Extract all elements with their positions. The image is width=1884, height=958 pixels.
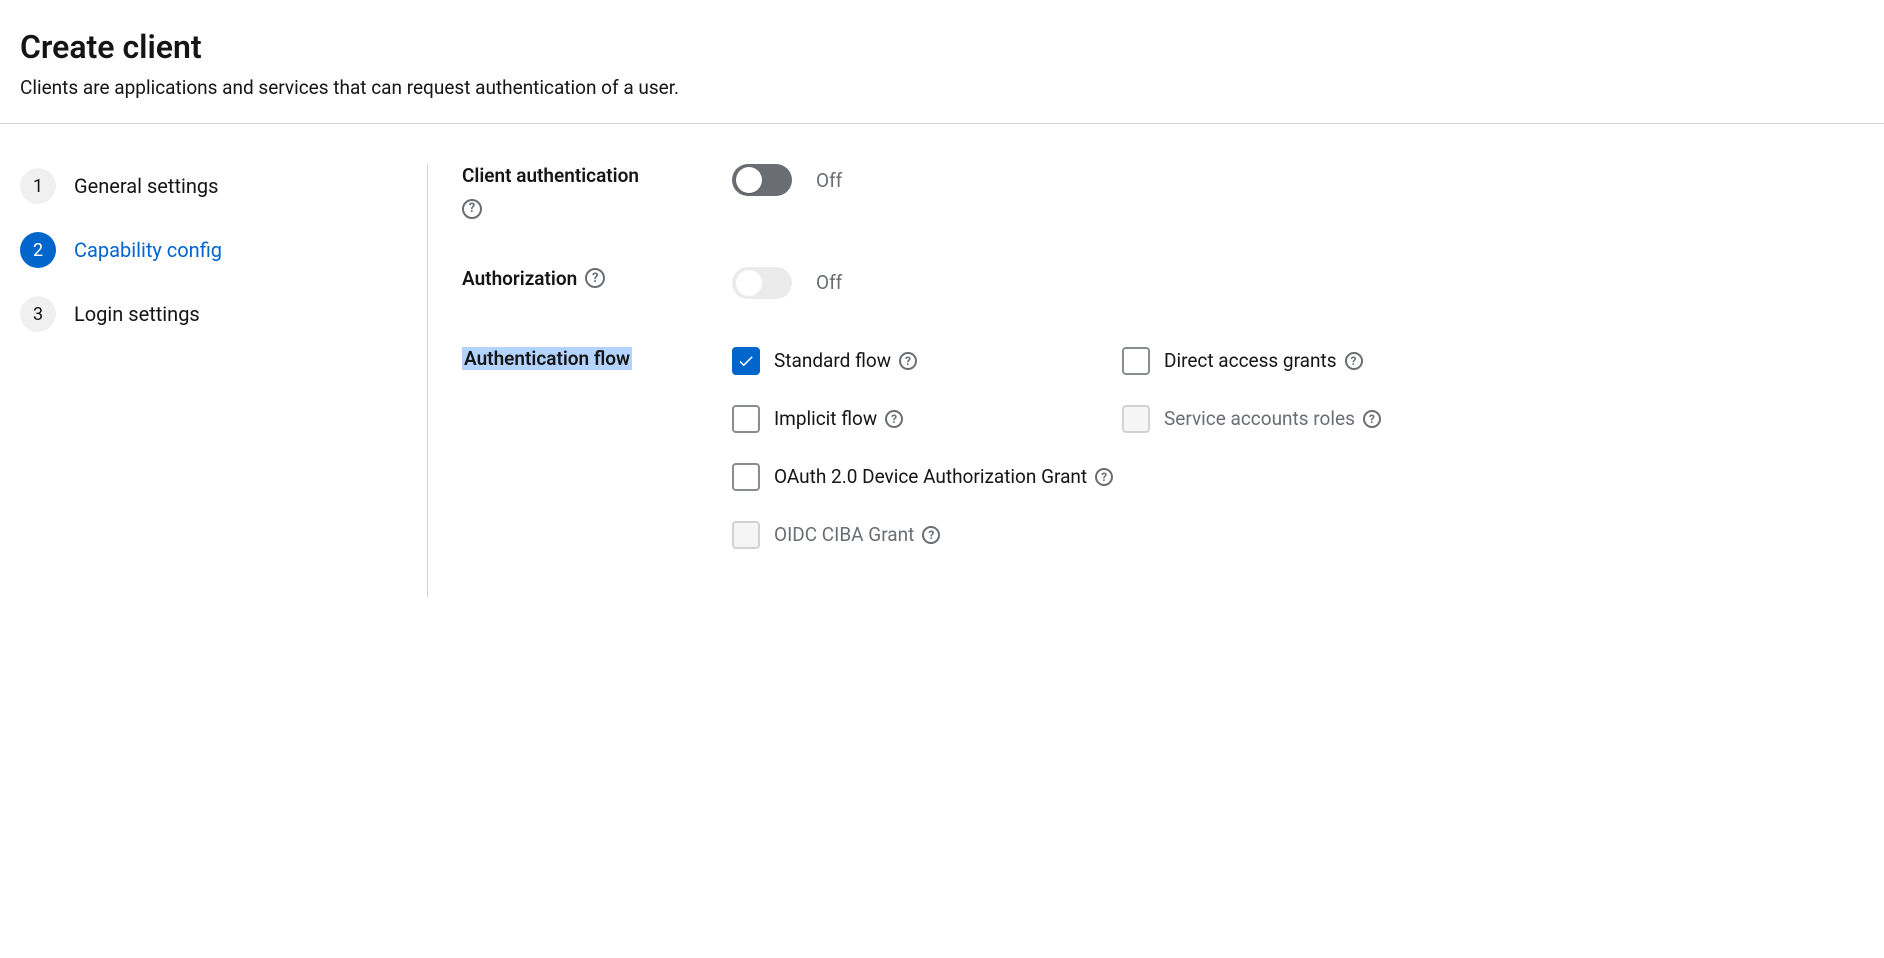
- help-icon[interactable]: ?: [885, 410, 903, 428]
- checkbox-label: Standard flow: [774, 349, 891, 372]
- authorization-label: Authorization ?: [462, 267, 605, 290]
- checkbox-input[interactable]: [732, 347, 760, 375]
- checkbox-service-accounts-roles: Service accounts roles ?: [1122, 405, 1864, 433]
- wizard-step-label: General settings: [74, 174, 218, 198]
- checkbox-input: [1122, 405, 1150, 433]
- authorization-switch: [732, 267, 792, 299]
- checkbox-label: OAuth 2.0 Device Authorization Grant: [774, 465, 1087, 488]
- page-title: Create client: [20, 28, 1864, 66]
- checkbox-label: Direct access grants: [1164, 349, 1337, 372]
- checkbox-input[interactable]: [732, 463, 760, 491]
- checkbox-input[interactable]: [732, 405, 760, 433]
- wizard-steps: 1 General settings 2 Capability config 3…: [20, 164, 428, 597]
- help-icon[interactable]: ?: [462, 199, 482, 219]
- wizard-step-number: 1: [20, 168, 56, 204]
- label-text: Client authentication: [462, 164, 639, 187]
- help-icon[interactable]: ?: [1345, 352, 1363, 370]
- wizard-step-label: Login settings: [74, 302, 200, 326]
- page-subtitle: Clients are applications and services th…: [20, 76, 1864, 99]
- client-authentication-label: Client authentication: [462, 164, 639, 187]
- checkbox-oauth-device-grant[interactable]: OAuth 2.0 Device Authorization Grant ?: [732, 463, 1864, 491]
- wizard-step-login-settings[interactable]: 3 Login settings: [20, 296, 407, 332]
- checkbox-implicit-flow[interactable]: Implicit flow ?: [732, 405, 1112, 433]
- checkbox-oidc-ciba-grant: OIDC CIBA Grant ?: [732, 521, 1864, 549]
- switch-state-label: Off: [816, 169, 842, 192]
- authentication-flow-label: Authentication flow: [462, 347, 632, 370]
- help-icon[interactable]: ?: [1095, 468, 1113, 486]
- checkbox-label: Service accounts roles: [1164, 407, 1355, 430]
- check-icon: [737, 352, 755, 370]
- wizard-step-label: Capability config: [74, 238, 222, 262]
- checkbox-direct-access-grants[interactable]: Direct access grants ?: [1122, 347, 1864, 375]
- switch-state-label: Off: [816, 271, 842, 294]
- help-icon[interactable]: ?: [899, 352, 917, 370]
- help-icon[interactable]: ?: [1363, 410, 1381, 428]
- help-icon[interactable]: ?: [922, 526, 940, 544]
- checkbox-input[interactable]: [1122, 347, 1150, 375]
- help-icon[interactable]: ?: [585, 268, 605, 288]
- wizard-step-number: 3: [20, 296, 56, 332]
- wizard-step-general-settings[interactable]: 1 General settings: [20, 168, 407, 204]
- wizard-step-number: 2: [20, 232, 56, 268]
- checkbox-standard-flow[interactable]: Standard flow ?: [732, 347, 1112, 375]
- checkbox-label: Implicit flow: [774, 407, 877, 430]
- client-authentication-switch[interactable]: [732, 164, 792, 196]
- checkbox-input: [732, 521, 760, 549]
- label-text: Authorization: [462, 267, 577, 290]
- wizard-step-capability-config[interactable]: 2 Capability config: [20, 232, 407, 268]
- checkbox-label: OIDC CIBA Grant: [774, 523, 914, 546]
